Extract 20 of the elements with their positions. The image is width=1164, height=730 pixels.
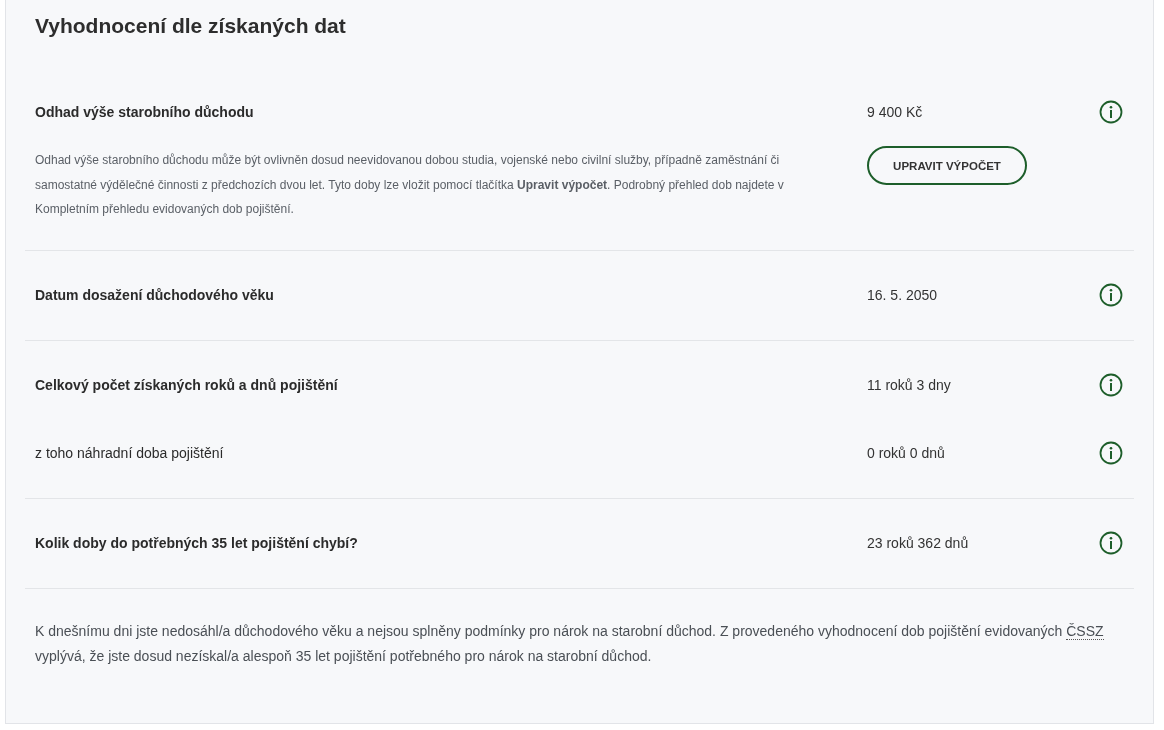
info-icon[interactable]	[1099, 372, 1123, 397]
info-icon[interactable]	[1099, 440, 1123, 465]
row-label: Kolik doby do potřebných 35 let pojištění chybí?	[35, 534, 359, 551]
info-icon[interactable]	[1099, 530, 1123, 555]
edit-calculation-button[interactable]: UPRAVIT VÝPOČET	[867, 146, 1027, 185]
result-note: K dnešnímu dni jste nedosáhl/a důchodového věku a nejsou splněny podmínky pro nárok na starobní důchod. Z provedeného vyhodnocení dob pojištění evidovaných ČSSZ vyplývá, že jste dosud nezískal/a alespoň 35 let pojištění potřebného pro nárok na starobní důchod.	[35, 621, 1105, 666]
row-value: 9 400 Kč	[867, 104, 924, 120]
row-value: 16. 5. 2050	[867, 286, 939, 303]
row-label: Datum dosažení důchodového věku	[35, 286, 275, 303]
info-icon[interactable]	[1099, 282, 1123, 307]
abbreviation-link[interactable]: ČSSZ	[1066, 622, 1104, 640]
row-value: 23 roků 362 dnů	[867, 534, 970, 551]
row-label: z toho náhradní doba pojištění	[35, 444, 225, 461]
row-value: 11 roků 3 dny	[867, 376, 952, 393]
row-value: 0 roků 0 dnů	[867, 444, 946, 461]
row-label: Odhad výše starobního důchodu	[35, 104, 255, 120]
row-label: Celkový počet získaných roků a dnů pojištění	[35, 376, 339, 393]
page-title: Vyhodnocení dle získaných dat	[34, 13, 347, 39]
info-icon[interactable]	[1099, 100, 1123, 124]
description-text: Odhad výše starobního důchodu může být ovlivněn dosud neevidovanou dobou studia, vojenské nebo civilní služby, případně zaměstnání či samostatné výdělečné činnosti z předchozích dvou let. Tyto doby lze vložit pomocí tlačítka Upravit výpočet. Podrobný přehled dob najdete v Kompletním přehledu evidovaných dob pojištění.	[35, 152, 785, 218]
